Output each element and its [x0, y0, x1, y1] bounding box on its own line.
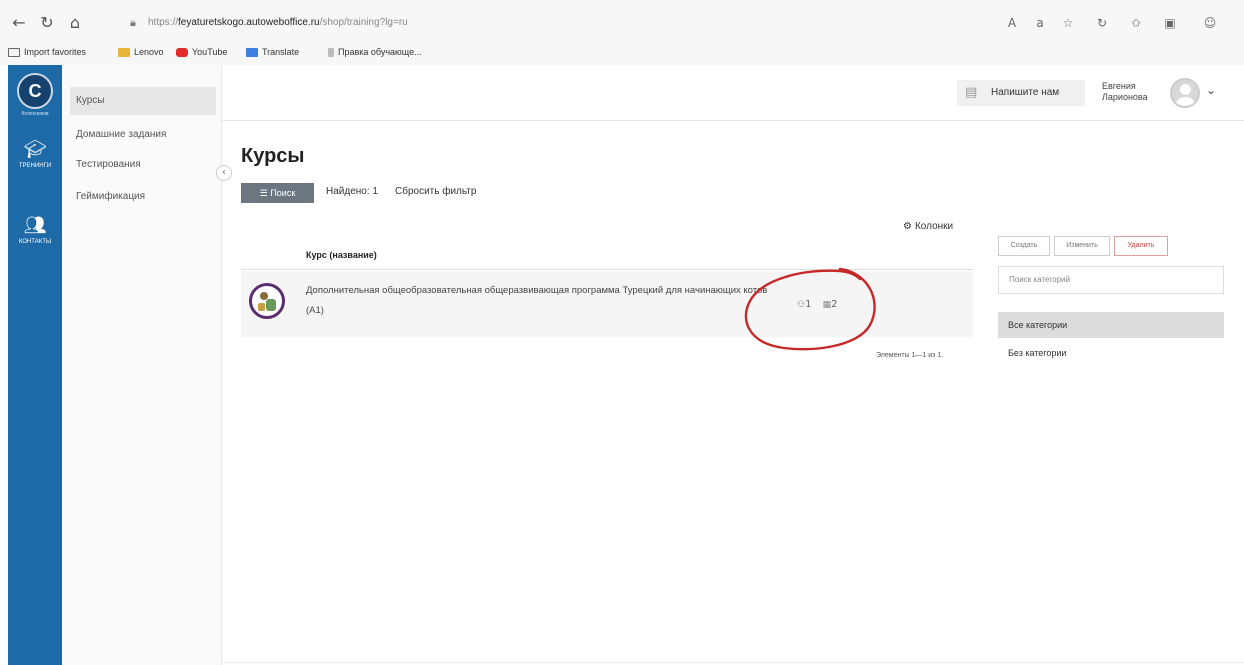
divider	[222, 662, 1244, 663]
found-count: Найдено: 1	[326, 186, 378, 197]
avatar[interactable]	[1170, 78, 1200, 108]
gear-icon: ⚙	[903, 221, 912, 232]
subnav-item-courses[interactable]: Курсы	[70, 87, 216, 115]
browser-chrome: ← ↻ ⌂ 🔒︎ https://feyaturetskogo.autowebo…	[0, 0, 1244, 65]
columns-button[interactable]: ⚙ Колонки	[903, 221, 953, 232]
profile-icon[interactable]: ☺	[1200, 12, 1220, 34]
app-sidebar: C Колесников 🎓︎ ТРЕНИНГИ 👥︎ КОНТАКТЫ	[8, 65, 62, 665]
pager-summary: Элементы 1—1 из 1.	[876, 352, 944, 359]
category-item-uncategorized[interactable]: Без категории	[998, 340, 1224, 366]
graduation-cap-icon: 🎓︎	[23, 139, 47, 160]
bookmark-import-favorites[interactable]: Import favorites	[8, 43, 86, 61]
bookmark-training-edit[interactable]: Правка обучающе...	[328, 43, 422, 61]
subnav-item-tests[interactable]: Тестирования	[70, 151, 216, 179]
edit-category-button[interactable]: Изменить	[1054, 236, 1110, 256]
collections-icon[interactable]: ▣	[1160, 12, 1180, 34]
url-prefix: https://	[148, 17, 179, 28]
reset-filter-link[interactable]: Сбросить фильтр	[395, 186, 476, 197]
page-icon	[328, 48, 334, 58]
favorites-icon[interactable]: ✩	[1126, 12, 1146, 34]
read-aloud-icon[interactable]: A	[1002, 12, 1022, 34]
bookmarks-bar: Import favorites Lenovo YouTube Translat…	[0, 43, 1244, 61]
folder-icon	[8, 48, 20, 58]
refresh-icon[interactable]: ↻	[36, 12, 58, 34]
refresh-page-icon[interactable]: ↻	[1092, 12, 1112, 34]
lock-icon: 🔒︎	[130, 16, 136, 29]
sidebar-item-trainings[interactable]: 🎓︎ ТРЕНИНГИ	[8, 139, 62, 169]
search-button[interactable]: ☰ Поиск	[241, 183, 314, 203]
category-search-input[interactable]: Поиск категорий	[998, 266, 1224, 294]
subnav-item-homework[interactable]: Домашние задания	[70, 121, 216, 149]
youtube-icon	[176, 48, 188, 58]
app-topbar: ▤ Напишите нам Евгения Ларионова ⌄	[222, 65, 1244, 121]
url-path: /shop/training?lg=ru	[319, 17, 408, 28]
create-category-button[interactable]: Создать	[998, 236, 1050, 256]
chevron-down-icon[interactable]: ⌄	[1206, 83, 1216, 97]
delete-category-button[interactable]: Удалить	[1114, 236, 1168, 256]
sub-sidebar: Курсы Домашние задания Тестирования Гейм…	[62, 65, 222, 665]
logo-caption: Колесников	[21, 111, 49, 117]
translate-icon	[246, 48, 258, 58]
red-circle-annotation	[744, 267, 876, 351]
category-item-all[interactable]: Все категории	[998, 312, 1224, 338]
collapse-sidebar-button[interactable]: ‹	[216, 165, 232, 181]
address-bar[interactable]: 🔒︎ https://feyaturetskogo.autoweboffice.…	[122, 9, 962, 37]
filter-icon: ☰	[259, 188, 271, 198]
home-icon[interactable]: ⌂	[64, 12, 86, 34]
users-icon: 👥︎	[23, 215, 47, 236]
subnav-item-gamification[interactable]: Геймификация	[70, 183, 216, 211]
page-title: Курсы	[241, 145, 305, 167]
chat-icon: ▤	[965, 85, 978, 100]
browser-nav-row: ← ↻ ⌂ 🔒︎ https://feyaturetskogo.autowebo…	[0, 8, 1244, 38]
bookmark-youtube[interactable]: YouTube	[176, 43, 227, 61]
sidebar-item-contacts[interactable]: 👥︎ КОНТАКТЫ	[8, 215, 62, 245]
add-favorite-icon[interactable]: ☆	[1058, 12, 1078, 34]
column-header-course-name[interactable]: Курс (название)	[306, 250, 377, 260]
url-domain: feyaturetskogo.autoweboffice.ru	[178, 17, 320, 28]
course-title[interactable]: Дополнительная общеобразовательная общер…	[306, 281, 776, 321]
app-logo[interactable]: C	[17, 73, 53, 109]
course-image[interactable]	[249, 283, 285, 319]
folder-icon	[118, 48, 130, 58]
bookmark-translate[interactable]: Translate	[246, 43, 299, 61]
translate-icon[interactable]: a	[1030, 12, 1050, 34]
bookmark-lenovo[interactable]: Lenovo	[118, 43, 164, 61]
write-us-button[interactable]: ▤ Напишите нам	[957, 80, 1085, 106]
back-icon[interactable]: ←	[8, 12, 30, 34]
user-name[interactable]: Евгения Ларионова	[1102, 81, 1162, 103]
